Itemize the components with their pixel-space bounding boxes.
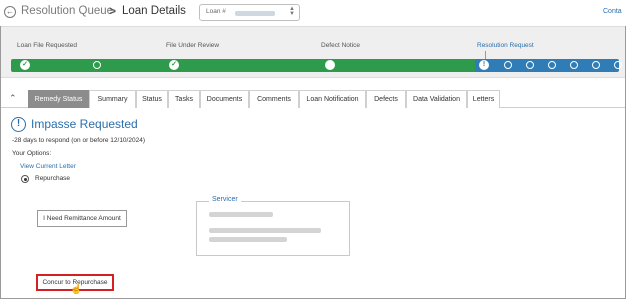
servicer-label: Servicer <box>209 196 241 203</box>
chevron-up-icon[interactable]: ⌃ <box>9 93 17 104</box>
tab-documents[interactable]: Documents <box>200 90 249 108</box>
step-node <box>526 61 534 69</box>
tab-letters[interactable]: Letters <box>467 90 500 108</box>
radio-selected-dot <box>23 177 27 181</box>
repurchase-radio-label[interactable]: Repurchase <box>35 175 70 182</box>
options-label: Your Options: <box>12 150 52 157</box>
servicer-address-redacted <box>209 228 321 233</box>
remittance-amount-button[interactable]: I Need Remittance Amount <box>37 210 127 227</box>
stage-label: Defect Notice <box>321 42 361 49</box>
stage-label: File Under Review <box>166 42 220 49</box>
progress-complete-segment <box>11 59 475 72</box>
view-current-letter-link[interactable]: View Current Letter <box>20 163 76 170</box>
stage-label: Loan File Requested <box>17 42 77 49</box>
step-node <box>548 61 556 69</box>
tab-bar: ⌃ Remedy Status Summary Status Tasks Doc… <box>1 90 625 108</box>
servicer-panel <box>196 201 350 256</box>
current-stage-marker <box>485 51 486 59</box>
tab-loan-notification[interactable]: Loan Notification <box>299 90 366 108</box>
step-node <box>504 61 512 69</box>
page-title: Loan Details <box>122 5 186 17</box>
stage-label-current: Resolution Request <box>477 42 534 49</box>
servicer-name-redacted <box>209 212 273 217</box>
step-node <box>570 61 578 69</box>
breadcrumb-resolution-queue[interactable]: Resolution Queue <box>21 5 113 17</box>
loan-number-select[interactable]: Loan # ▲ ▼ <box>199 4 300 21</box>
step-node-filled <box>325 60 335 70</box>
step-node <box>592 61 600 69</box>
tab-data-validation[interactable]: Data Validation <box>406 90 467 108</box>
progress-tracker: Loan File Requested File Under Review De… <box>1 26 625 78</box>
step-node <box>93 61 101 69</box>
back-arrow-icon[interactable]: ← <box>4 6 16 18</box>
contact-link[interactable]: Conta <box>603 8 622 15</box>
tab-comments[interactable]: Comments <box>249 90 299 108</box>
select-chevron-icon[interactable]: ▲ ▼ <box>289 6 295 17</box>
loan-number-label: Loan # <box>206 8 226 15</box>
top-bar: ← Resolution Queue > Loan Details Loan #… <box>0 0 626 26</box>
impasse-status-title: Impasse Requested <box>31 117 138 131</box>
tab-defects[interactable]: Defects <box>366 90 406 108</box>
check-icon: ✓ <box>20 60 30 70</box>
tab-tasks[interactable]: Tasks <box>168 90 200 108</box>
servicer-address-redacted <box>209 237 287 242</box>
breadcrumb-separator: > <box>109 4 117 18</box>
tab-status[interactable]: Status <box>136 90 168 108</box>
hand-cursor-icon: ☝ <box>70 284 83 295</box>
exclamation-circle-icon: ! <box>11 117 26 132</box>
check-icon: ✓ <box>169 60 179 70</box>
loan-number-redacted <box>235 11 275 16</box>
tab-remedy-status[interactable]: Remedy Status <box>28 90 89 108</box>
exclamation-icon: ! <box>479 60 489 70</box>
step-node <box>614 61 622 69</box>
tab-summary[interactable]: Summary <box>89 90 136 108</box>
repurchase-radio[interactable] <box>21 175 29 183</box>
respond-deadline-text: -28 days to respond (on or before 12/10/… <box>12 137 145 144</box>
